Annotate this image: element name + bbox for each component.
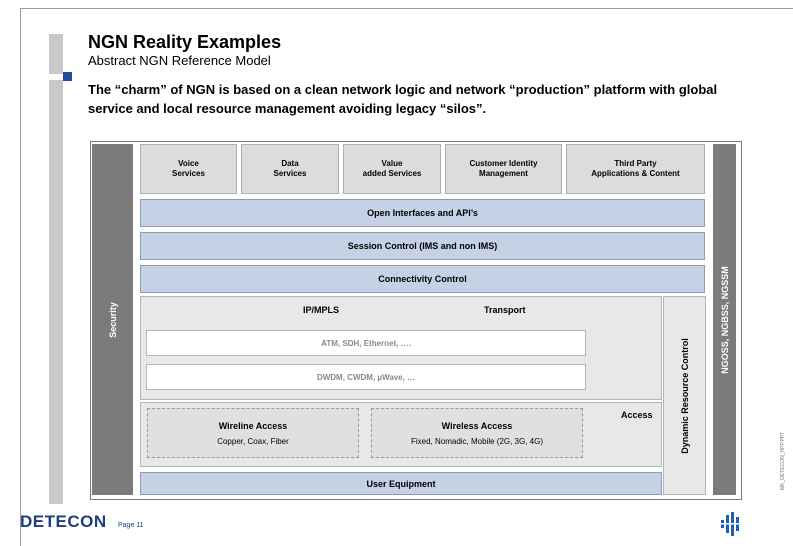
ngoss-bar: NGOSS, NGBSS, NGSSM [713,144,736,495]
side-decoration-bar [49,80,63,504]
dwdm-box: DWDM, CWDM, µWave, … [146,364,586,390]
wireless-subtitle: Fixed, Nomadic, Mobile (2G, 3G, 4G) [410,436,544,446]
service-line1: Voice [178,159,199,168]
service-line2: Services [172,169,205,178]
dynamic-resource-control-label: Dynamic Resource Control [679,337,690,454]
transport-label: Transport [484,305,526,315]
service-line2: Management [479,169,528,178]
service-line1: Customer Identity [469,159,538,168]
wireline-title: Wireline Access [218,420,288,431]
wireless-title: Wireless Access [441,420,513,431]
user-equipment-band: User Equipment [140,472,662,495]
page-number: Page 11 [118,522,144,529]
page-subtitle: Abstract NGN Reference Model [88,53,271,68]
open-interfaces-band: Open Interfaces and API’s [140,199,705,227]
service-line1: Data [281,159,299,168]
side-decoration-bar [49,34,63,74]
headline-text: The “charm” of NGN is based on a clean n… [88,82,718,116]
telekom-dots-icon [720,512,742,536]
security-bar: Security [92,144,133,495]
service-box-voice: Voice Services [140,144,237,194]
service-line2: Services [273,169,307,178]
bullet-square-icon [63,72,72,81]
service-line1: Third Party [614,159,657,168]
file-note: MK_DETECON_HPP.PPT [780,431,786,490]
atm-sdh-box: ATM, SDH, Ethernet, …. [146,330,586,356]
detecon-logo: DETECON [20,512,107,531]
service-box-customer-identity: Customer Identity Management [445,144,562,194]
service-box-data: Data Services [241,144,339,194]
service-line2: added Services [362,169,422,178]
security-label: Security [107,301,118,338]
wireline-access-box: Wireline Access Copper, Coax, Fiber [147,408,359,458]
frame-left-line [20,8,21,546]
access-label: Access [621,410,653,420]
session-control-band: Session Control (IMS and non IMS) [140,232,705,260]
service-line2: Applications & Content [591,169,680,178]
connectivity-control-band: Connectivity Control [140,265,705,293]
frame-top-line [20,8,793,9]
service-line1: Value [381,159,403,168]
service-box-value-added: Value added Services [343,144,441,194]
page-title: NGN Reality Examples [88,32,282,52]
ip-mpls-label: IP/MPLS [303,305,340,315]
ngoss-label: NGOSS, NGBSS, NGSSM [719,265,730,374]
service-box-third-party: Third Party Applications & Content [566,144,705,194]
dynamic-resource-control-box: Dynamic Resource Control [663,296,706,495]
wireless-access-box: Wireless Access Fixed, Nomadic, Mobile (… [371,408,583,458]
wireline-subtitle: Copper, Coax, Fiber [217,436,289,446]
